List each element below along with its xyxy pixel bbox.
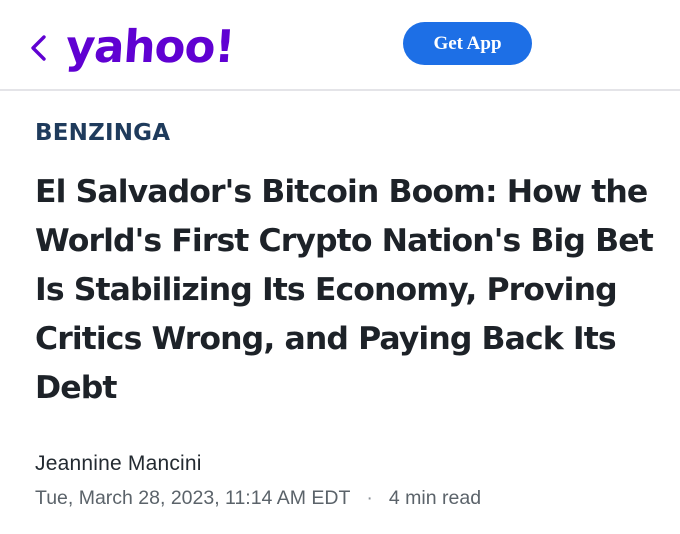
top-bar: yahoo! Get App (0, 0, 680, 91)
publish-date: Tue, March 28, 2023, 11:14 AM EDT (35, 487, 351, 509)
meta-separator: · (366, 487, 373, 509)
back-button[interactable] (24, 28, 52, 68)
article-headline: El Salvador's Bitcoin Boom: How the Worl… (35, 174, 654, 406)
chevron-left-icon (31, 35, 46, 61)
get-app-button[interactable]: Get App (403, 22, 532, 65)
logo-text: yahoo! (64, 19, 236, 73)
author-name[interactable]: Jeannine Mancini (35, 452, 202, 476)
article-meta: Tue, March 28, 2023, 11:14 AM EDT · 4 mi… (35, 487, 481, 510)
publisher-name[interactable]: BENZINGA (35, 120, 170, 146)
read-time: 4 min read (388, 487, 482, 509)
yahoo-logo[interactable]: yahoo! (64, 16, 236, 76)
